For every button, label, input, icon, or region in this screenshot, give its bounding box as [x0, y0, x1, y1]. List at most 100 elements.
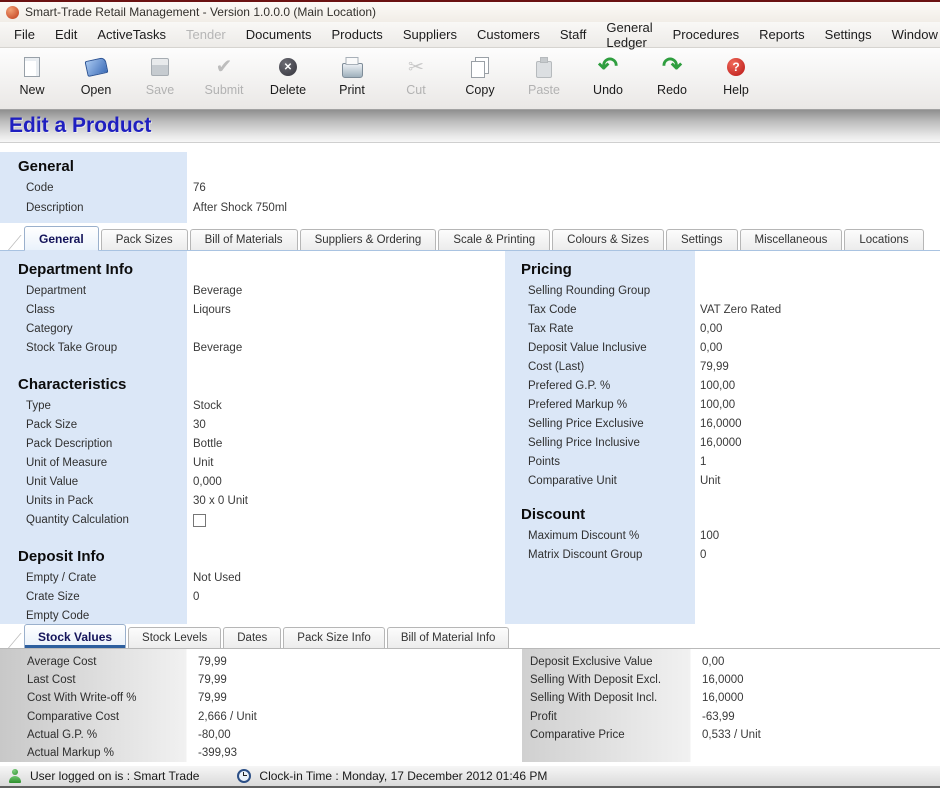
- menu-item[interactable]: Documents: [236, 22, 322, 47]
- form-row: Tax Code VAT Zero Rated: [505, 300, 940, 319]
- field-value[interactable]: 100,00: [700, 399, 940, 411]
- field-label: Unit Value: [0, 476, 193, 488]
- menu-item[interactable]: Products: [322, 22, 393, 47]
- toolbar-button[interactable]: Cut: [384, 53, 448, 107]
- field-value[interactable]: [193, 514, 206, 527]
- stock-tab[interactable]: Bill of Material Info: [387, 627, 510, 648]
- field-value[interactable]: 100: [700, 530, 940, 542]
- stat-value: -63,99: [700, 711, 940, 723]
- field-value[interactable]: 0: [193, 591, 505, 603]
- field-value[interactable]: Beverage: [193, 285, 505, 297]
- product-tab[interactable]: Miscellaneous: [740, 229, 843, 250]
- stock-tab[interactable]: Pack Size Info: [283, 627, 385, 648]
- field-value[interactable]: After Shock 750ml: [193, 202, 940, 214]
- content-left-column: Department Info Department Beverage Clas…: [0, 251, 505, 624]
- field-value[interactable]: Not Used: [193, 572, 505, 584]
- toolbar-button[interactable]: Paste: [512, 53, 576, 107]
- stat-row: Cost With Write-off % 79,99: [0, 689, 522, 707]
- product-tab[interactable]: Scale & Printing: [438, 229, 550, 250]
- form-row: Selling Price Exclusive 16,0000: [505, 414, 940, 433]
- form-row: Deposit Value Inclusive 0,00: [505, 338, 940, 357]
- form-row: Selling Rounding Group: [505, 281, 940, 300]
- menu-item[interactable]: Window: [882, 22, 940, 47]
- menu-item[interactable]: ActiveTasks: [87, 22, 176, 47]
- field-value[interactable]: 0,000: [193, 476, 505, 488]
- field-value[interactable]: 0,00: [700, 342, 940, 354]
- save-icon: [146, 53, 174, 81]
- new-document-icon: [18, 53, 46, 81]
- field-label: Unit of Measure: [0, 457, 193, 469]
- stock-tab[interactable]: Dates: [223, 627, 281, 648]
- menu-item[interactable]: Procedures: [663, 22, 749, 47]
- field-value[interactable]: 16,0000: [700, 418, 940, 430]
- toolbar-button[interactable]: Open: [64, 53, 128, 107]
- field-value[interactable]: Beverage: [193, 342, 505, 354]
- window-titlebar: Smart-Trade Retail Management - Version …: [0, 0, 940, 22]
- page-title: Edit a Product: [9, 114, 151, 138]
- menu-item[interactable]: General Ledger: [596, 22, 662, 47]
- product-tab[interactable]: Suppliers & Ordering: [300, 229, 437, 250]
- product-tab[interactable]: General: [24, 226, 99, 251]
- stat-label: Average Cost: [0, 656, 196, 668]
- stat-label: Comparative Price: [522, 729, 700, 741]
- toolbar-button[interactable]: Save: [128, 53, 192, 107]
- form-row: Type Stock: [0, 396, 505, 415]
- field-value[interactable]: 79,99: [700, 361, 940, 373]
- field-value[interactable]: VAT Zero Rated: [700, 304, 940, 316]
- field-value[interactable]: 30: [193, 419, 505, 431]
- stat-row: Selling With Deposit Excl. 16,0000: [522, 671, 940, 689]
- field-value[interactable]: Unit: [700, 475, 940, 487]
- product-tab[interactable]: Colours & Sizes: [552, 229, 664, 250]
- product-tab[interactable]: Pack Sizes: [101, 229, 188, 250]
- toolbar-button[interactable]: Help: [704, 53, 768, 107]
- field-label: Tax Code: [505, 304, 700, 316]
- field-value[interactable]: 100,00: [700, 380, 940, 392]
- stock-tab[interactable]: Stock Levels: [128, 627, 221, 648]
- field-value[interactable]: Stock: [193, 400, 505, 412]
- form-row: Prefered Markup % 100,00: [505, 395, 940, 414]
- menu-item[interactable]: File: [4, 22, 45, 47]
- stat-label: Selling With Deposit Excl.: [522, 674, 700, 686]
- discount-fields: Maximum Discount % 100 Matrix Discount G…: [505, 526, 940, 564]
- menu-item[interactable]: Customers: [467, 22, 550, 47]
- product-tab[interactable]: Locations: [844, 229, 923, 250]
- form-row: Description After Shock 750ml: [0, 198, 940, 218]
- stat-value: 79,99: [196, 692, 522, 704]
- form-row: Matrix Discount Group 0: [505, 545, 940, 564]
- field-value[interactable]: 1: [700, 456, 940, 468]
- toolbar-button[interactable]: New: [0, 53, 64, 107]
- toolbar-button[interactable]: Print: [320, 53, 384, 107]
- toolbar-button[interactable]: Delete: [256, 53, 320, 107]
- stat-label: Cost With Write-off %: [0, 692, 196, 704]
- field-value[interactable]: 16,0000: [700, 437, 940, 449]
- field-value[interactable]: 0,00: [700, 323, 940, 335]
- general-tab-content: Department Info Department Beverage Clas…: [0, 251, 940, 624]
- menu-item[interactable]: Settings: [815, 22, 882, 47]
- field-label: Quantity Calculation: [0, 514, 193, 526]
- product-tab[interactable]: Bill of Materials: [190, 229, 298, 250]
- stat-label: Actual G.P. %: [0, 729, 196, 741]
- form-row: Pack Size 30: [0, 415, 505, 434]
- menu-item[interactable]: Edit: [45, 22, 87, 47]
- menu-item[interactable]: Tender: [176, 22, 236, 47]
- toolbar-button[interactable]: Redo: [640, 53, 704, 107]
- field-value[interactable]: Bottle: [193, 438, 505, 450]
- field-value[interactable]: 30 x 0 Unit: [193, 495, 505, 507]
- toolbar-button[interactable]: Undo: [576, 53, 640, 107]
- stock-tab[interactable]: Stock Values: [24, 624, 126, 648]
- toolbar-button-label: Print: [339, 83, 365, 97]
- toolbar-button[interactable]: Submit: [192, 53, 256, 107]
- field-value[interactable]: Unit: [193, 457, 505, 469]
- menu-item[interactable]: Reports: [749, 22, 815, 47]
- field-value[interactable]: 76: [193, 182, 940, 194]
- field-label: Selling Price Exclusive: [505, 418, 700, 430]
- field-value[interactable]: 0: [700, 549, 940, 561]
- field-value[interactable]: Liqours: [193, 304, 505, 316]
- product-tab[interactable]: Settings: [666, 229, 738, 250]
- menu-item[interactable]: Suppliers: [393, 22, 467, 47]
- toolbar-button[interactable]: Copy: [448, 53, 512, 107]
- form-row: Class Liqours: [0, 300, 505, 319]
- form-row: Selling Price Inclusive 16,0000: [505, 433, 940, 452]
- form-row: Quantity Calculation: [0, 510, 505, 529]
- menu-item[interactable]: Staff: [550, 22, 597, 47]
